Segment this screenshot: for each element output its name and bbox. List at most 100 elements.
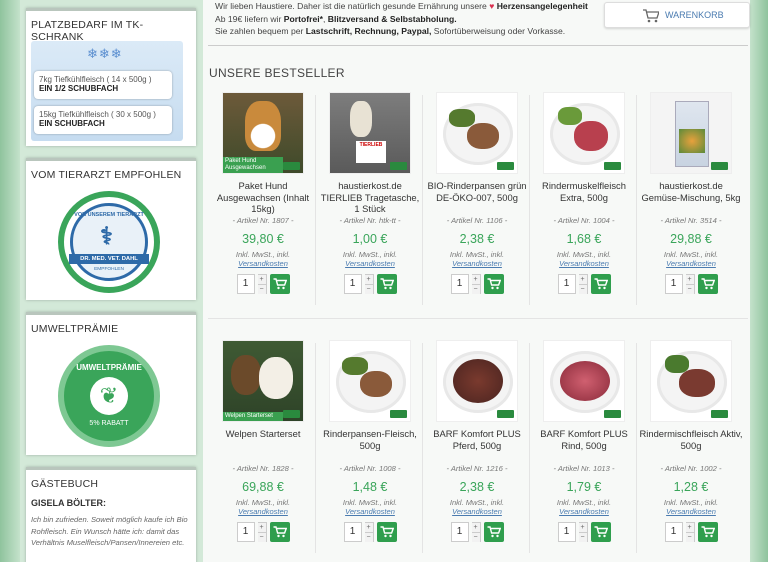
product-card: Rindermuskelfleisch Extra, 500g - Artikel…	[532, 92, 636, 294]
shipping-link[interactable]: Versandkosten	[211, 259, 315, 269]
decrement-icon[interactable]: −	[364, 532, 373, 542]
quantity-input[interactable]: 1	[664, 274, 683, 294]
product-name[interactable]: Rinderpansen-Fleisch, 500g	[318, 428, 422, 462]
quantity-stepper[interactable]: + −	[257, 522, 267, 542]
platzbedarf-box: PLATZBEDARF IM TK-SCHRANK ❄❄❄ 7kg Tiefkü…	[26, 8, 196, 146]
shipping-link[interactable]: Versandkosten	[425, 259, 529, 269]
decrement-icon[interactable]: −	[364, 284, 373, 294]
vet-badge-arc-text: VON UNSEREM TIERARZT	[74, 212, 144, 218]
increment-icon[interactable]: +	[471, 275, 480, 284]
umwelt-box[interactable]: UMWELTPRÄMIE UMWELTPRÄMIE ❦ 5% RABATT	[26, 312, 196, 455]
decrement-icon[interactable]: −	[471, 532, 480, 542]
increment-icon[interactable]: +	[364, 523, 373, 532]
column-separator	[529, 95, 530, 305]
decrement-icon[interactable]: −	[685, 532, 694, 542]
product-name[interactable]: Rindermuskelfleisch Extra, 500g	[532, 180, 636, 214]
increment-icon[interactable]: +	[578, 275, 587, 284]
product-image[interactable]: Paket Hund Ausgewachsen	[222, 92, 304, 174]
quantity-stepper[interactable]: + −	[471, 522, 481, 542]
product-price: 1,00 €	[352, 232, 388, 246]
increment-icon[interactable]: +	[364, 275, 373, 284]
product-image[interactable]: TIERLIEB	[329, 92, 411, 174]
decrement-icon[interactable]: −	[471, 284, 480, 294]
increment-icon[interactable]: +	[257, 523, 266, 532]
product-name[interactable]: BARF Komfort PLUS Rind, 500g	[532, 428, 636, 462]
quantity-stepper[interactable]: + −	[257, 274, 267, 294]
product-tax-note: Inkl. MwSt., inkl. Versandkosten	[211, 250, 315, 269]
product-image[interactable]: Welpen Starterset	[222, 340, 304, 422]
product-tax-note: Inkl. MwSt., inkl. Versandkosten	[425, 498, 529, 517]
shipping-link[interactable]: Versandkosten	[318, 259, 422, 269]
quantity-stepper[interactable]: + −	[578, 522, 588, 542]
product-name[interactable]: haustierkost.de Gemüse-Mischung, 5kg	[639, 180, 743, 214]
product-image[interactable]	[329, 340, 411, 422]
product-name[interactable]: BARF Komfort PLUS Pferd, 500g	[425, 428, 529, 462]
quantity-input[interactable]: 1	[450, 274, 469, 294]
product-image[interactable]	[650, 340, 732, 422]
shipping-link[interactable]: Versandkosten	[318, 507, 422, 517]
tierarzt-box[interactable]: VOM TIERARZT EMPFOHLEN VON UNSEREM TIERA…	[26, 158, 196, 300]
quantity-input[interactable]: 1	[450, 522, 469, 542]
guestbook-box[interactable]: GÄSTEBUCH GISELA BÖLTER: Ich bin zufried…	[26, 467, 196, 562]
quantity-input[interactable]: 1	[557, 274, 576, 294]
buy-row: 1 + −	[425, 274, 529, 294]
quantity-input[interactable]: 1	[557, 522, 576, 542]
product-name[interactable]: haustierkost.de TIERLIEB Tragetasche, 1 …	[318, 180, 422, 214]
product-name[interactable]: BIO-Rinderpansen grün DE-ÖKO-007, 500g	[425, 180, 529, 214]
add-to-cart-button[interactable]	[590, 274, 611, 294]
decrement-icon[interactable]: −	[257, 532, 266, 542]
increment-icon[interactable]: +	[685, 523, 694, 532]
add-to-cart-button[interactable]	[269, 274, 290, 294]
quantity-stepper[interactable]: + −	[685, 274, 695, 294]
product-article-number: - Artikel Nr. 1106 -	[446, 216, 508, 225]
product-image[interactable]	[543, 340, 625, 422]
product-name[interactable]: Paket Hund Ausgewachsen (Inhalt 15kg)	[211, 180, 315, 214]
quantity-input[interactable]: 1	[343, 522, 362, 542]
shipping-link[interactable]: Versandkosten	[639, 259, 743, 269]
cart-button[interactable]: WARENKORB	[604, 2, 750, 28]
add-to-cart-button[interactable]	[376, 274, 397, 294]
decrement-icon[interactable]: −	[685, 284, 694, 294]
add-to-cart-button[interactable]	[590, 522, 611, 542]
quantity-stepper[interactable]: + −	[364, 274, 374, 294]
quantity-input[interactable]: 1	[236, 522, 255, 542]
product-name[interactable]: Rindermischfleisch Aktiv, 500g	[639, 428, 743, 462]
quantity-input[interactable]: 1	[236, 274, 255, 294]
increment-icon[interactable]: +	[578, 523, 587, 532]
add-to-cart-button[interactable]	[697, 274, 718, 294]
shipping-link[interactable]: Versandkosten	[425, 507, 529, 517]
buy-row: 1 + −	[639, 522, 743, 542]
guestbook-author: GISELA BÖLTER:	[31, 498, 106, 508]
add-to-cart-button[interactable]	[697, 522, 718, 542]
decrement-icon[interactable]: −	[578, 532, 587, 542]
product-image[interactable]	[436, 92, 518, 174]
add-to-cart-button[interactable]	[483, 274, 504, 294]
quantity-input[interactable]: 1	[343, 274, 362, 294]
add-to-cart-button[interactable]	[376, 522, 397, 542]
shipping-link[interactable]: Versandkosten	[532, 259, 636, 269]
product-article-number: - Artikel Nr. 1828 -	[232, 464, 294, 473]
quantity-stepper[interactable]: + −	[578, 274, 588, 294]
quantity-stepper[interactable]: + −	[685, 522, 695, 542]
quantity-input[interactable]: 1	[664, 522, 683, 542]
quantity-stepper[interactable]: + −	[471, 274, 481, 294]
product-image[interactable]	[650, 92, 732, 174]
product-image[interactable]	[436, 340, 518, 422]
increment-icon[interactable]: +	[471, 523, 480, 532]
column-separator	[315, 343, 316, 553]
increment-icon[interactable]: +	[257, 275, 266, 284]
add-to-cart-button[interactable]	[269, 522, 290, 542]
shipping-link[interactable]: Versandkosten	[211, 507, 315, 517]
add-to-cart-button[interactable]	[483, 522, 504, 542]
product-name[interactable]: Welpen Starterset	[211, 428, 315, 462]
quantity-stepper[interactable]: + −	[364, 522, 374, 542]
increment-icon[interactable]: +	[685, 275, 694, 284]
guestbook-title: GÄSTEBUCH	[31, 478, 99, 490]
decrement-icon[interactable]: −	[257, 284, 266, 294]
shipping-link[interactable]: Versandkosten	[532, 507, 636, 517]
shipping-link[interactable]: Versandkosten	[639, 507, 743, 517]
product-image-label: Welpen Starterset	[223, 412, 283, 421]
decrement-icon[interactable]: −	[578, 284, 587, 294]
product-image[interactable]	[543, 92, 625, 174]
product-tax-note: Inkl. MwSt., inkl. Versandkosten	[425, 250, 529, 269]
